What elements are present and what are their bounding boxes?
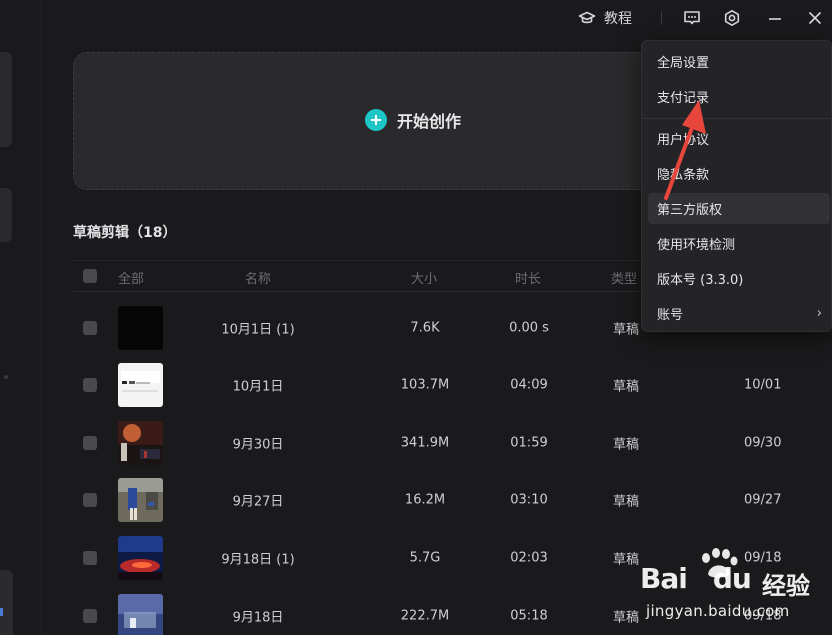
column-type[interactable]: 类型	[611, 268, 637, 287]
menu-item-label: 账号	[657, 308, 684, 323]
menu-item-label: 第三方版权	[657, 203, 723, 218]
draft-size: 103.7M	[400, 377, 450, 392]
sidebar-card[interactable]	[0, 52, 12, 147]
settings-menu: 全局设置 支付记录 用户协议 隐私条款 第三方版权 使用环境检测 版本号 (3.…	[641, 40, 832, 332]
draft-duration: 04:09	[510, 377, 548, 392]
settings-hexagon-icon	[724, 10, 740, 26]
menu-item-label: 全局设置	[657, 56, 710, 71]
row-checkbox[interactable]	[83, 609, 97, 623]
draft-size: 7.6K	[410, 320, 440, 335]
settings-button[interactable]	[723, 8, 741, 28]
draft-name: 9月18日	[232, 610, 284, 625]
draft-type: 草稿	[613, 552, 640, 567]
menu-item-label: 支付记录	[657, 91, 710, 106]
menu-item-third-party-copyright[interactable]: 第三方版权	[648, 193, 830, 224]
draft-duration: 01:59	[510, 435, 548, 450]
draft-thumbnail	[118, 420, 163, 465]
draft-type: 草稿	[613, 610, 640, 625]
row-checkbox[interactable]	[83, 378, 97, 392]
menu-item-global-settings[interactable]: 全局设置	[648, 46, 830, 77]
baidu-watermark: Bai du 经验 jingyan.baidu.com	[640, 548, 832, 635]
row-checkbox[interactable]	[83, 493, 97, 507]
draft-name: 9月18日 (1)	[221, 552, 295, 567]
menu-separator	[642, 118, 832, 119]
draft-name: 9月30日	[232, 437, 284, 452]
draft-size: 222.7M	[400, 608, 450, 623]
menu-item-version[interactable]: 版本号 (3.3.0)	[648, 263, 830, 294]
divider	[661, 11, 662, 25]
menu-item-label: 版本号 (3.3.0)	[657, 273, 744, 288]
draft-size: 16.2M	[404, 492, 446, 507]
table-row[interactable]: 10月1日 103.7M 04:09 草稿 10/01	[73, 356, 832, 413]
menu-item-account[interactable]: 账号 ›	[648, 298, 830, 329]
minimize-button[interactable]	[767, 8, 783, 28]
draft-thumbnail	[118, 362, 163, 407]
title-bar: 教程	[0, 0, 832, 36]
sidebar-card[interactable]	[0, 188, 12, 242]
menu-item-privacy-policy[interactable]: 隐私条款	[648, 158, 830, 189]
watermark-suffix: 经验	[762, 572, 810, 600]
menu-item-label: 隐私条款	[657, 168, 710, 183]
column-duration[interactable]: 时长	[515, 268, 541, 287]
menu-item-label: 使用环境检测	[657, 238, 736, 253]
draft-duration: 03:10	[510, 492, 548, 507]
menu-item-user-agreement[interactable]: 用户协议	[648, 123, 830, 154]
watermark-brand-2: du	[712, 562, 752, 595]
draft-duration: 0.00 s	[509, 320, 549, 335]
select-all-label: 全部	[118, 272, 145, 287]
draft-type: 草稿	[613, 437, 640, 452]
watermark-url: jingyan.baidu.com	[646, 602, 790, 620]
graduation-cap-icon	[578, 11, 596, 24]
drafts-title: 草稿剪辑（18）	[73, 225, 177, 241]
draft-type: 草稿	[613, 494, 640, 509]
row-checkbox[interactable]	[83, 551, 97, 565]
menu-item-label: 用户协议	[657, 133, 710, 148]
column-name[interactable]: 名称	[245, 268, 271, 287]
draft-thumbnail	[118, 535, 163, 580]
column-size[interactable]: 大小	[411, 268, 437, 287]
tutorial-button[interactable]: 教程	[578, 8, 632, 28]
minimize-icon	[769, 18, 781, 20]
start-creating-button[interactable]: 开始创作	[364, 108, 461, 132]
draft-thumbnail	[118, 305, 163, 350]
row-checkbox[interactable]	[83, 436, 97, 450]
draft-type: 草稿	[613, 322, 640, 337]
draft-date: 09/30	[744, 435, 782, 450]
sidebar-dot	[4, 375, 8, 379]
draft-date: 10/01	[744, 377, 782, 392]
draft-size: 5.7G	[409, 550, 441, 565]
draft-thumbnail	[118, 477, 163, 522]
close-icon	[808, 11, 822, 25]
feedback-icon	[684, 11, 700, 25]
sidebar-handle[interactable]	[0, 608, 3, 616]
draft-thumbnail	[118, 593, 163, 635]
sidebar-panel[interactable]	[0, 570, 13, 635]
watermark-brand: Bai	[640, 562, 688, 595]
draft-name: 9月27日	[232, 494, 284, 509]
start-creating-label: 开始创作	[396, 112, 461, 131]
draft-type: 草稿	[613, 379, 640, 394]
menu-item-payment-records[interactable]: 支付记录	[648, 81, 830, 112]
draft-name: 10月1日 (1)	[221, 322, 295, 337]
menu-item-environment-check[interactable]: 使用环境检测	[648, 228, 830, 259]
tutorial-label: 教程	[604, 11, 632, 27]
feedback-button[interactable]	[683, 8, 701, 28]
draft-size: 341.9M	[400, 435, 450, 450]
plus-icon	[364, 109, 387, 131]
row-checkbox[interactable]	[83, 321, 97, 335]
draft-duration: 05:18	[510, 608, 548, 623]
table-row[interactable]: 9月27日 16.2M 03:10 草稿 09/27	[73, 471, 832, 528]
table-row[interactable]: 9月30日 341.9M 01:59 草稿 09/30	[73, 414, 832, 471]
chevron-right-icon: ›	[816, 306, 822, 321]
draft-name: 10月1日	[232, 379, 284, 394]
draft-date: 09/27	[744, 492, 782, 507]
close-button[interactable]	[807, 8, 823, 28]
select-all-checkbox[interactable]	[83, 269, 97, 283]
draft-duration: 02:03	[510, 550, 548, 565]
